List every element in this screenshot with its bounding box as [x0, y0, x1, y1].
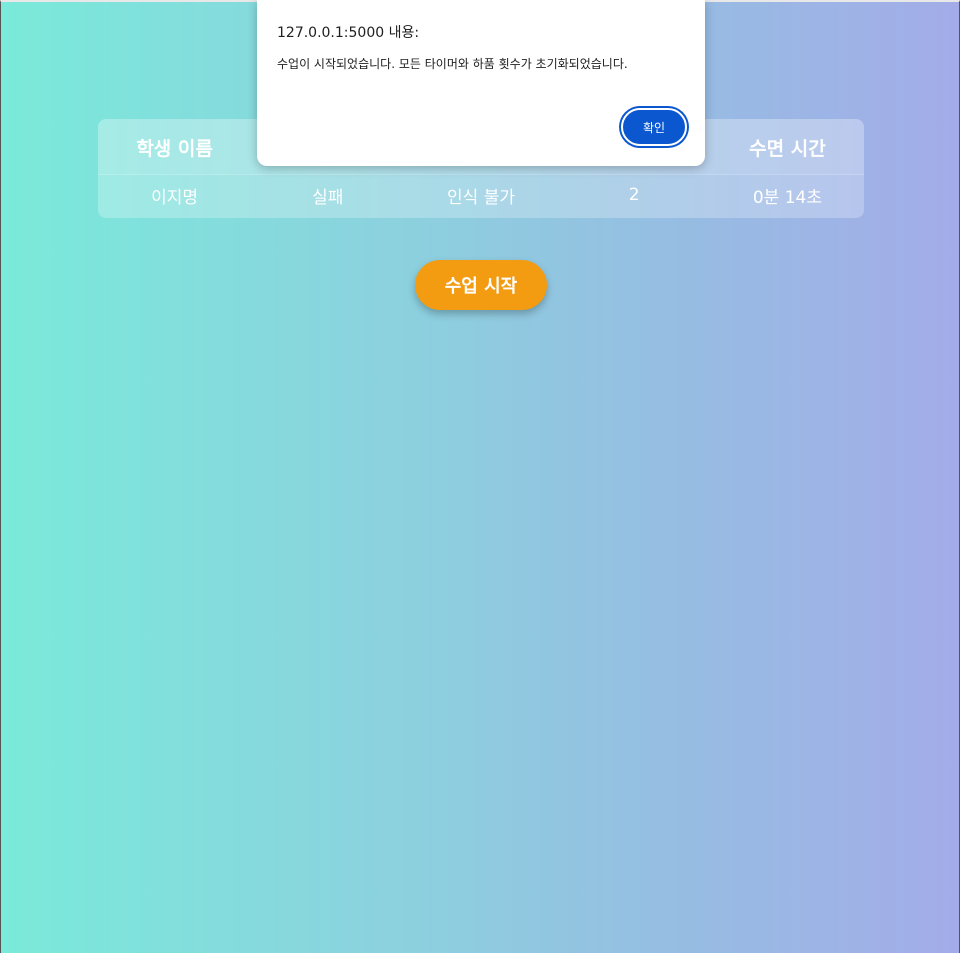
header-sleep-time: 수면 시간 [749, 138, 826, 160]
table-row: 이지명 실패 인식 불가 2 0분 14초 [98, 174, 864, 218]
cell-status: 실패 [312, 187, 344, 208]
dialog-ok-button[interactable]: 확인 [621, 108, 687, 146]
start-class-button[interactable]: 수업 시작 [415, 260, 547, 310]
header-student-name: 학생 이름 [136, 138, 213, 160]
cell-recognition: 인식 불가 [447, 187, 515, 208]
alert-dialog: 127.0.0.1:5000 내용: 수업이 시작되었습니다. 모든 타이머와 … [257, 0, 705, 166]
dialog-message: 수업이 시작되었습니다. 모든 타이머와 하품 횟수가 초기화되었습니다. [277, 57, 628, 71]
cell-student-name: 이지명 [151, 187, 199, 208]
cell-sleep-time: 0분 14초 [752, 187, 822, 208]
dialog-title: 127.0.0.1:5000 내용: [277, 25, 420, 41]
cell-yawn-count: 2 [628, 185, 640, 205]
